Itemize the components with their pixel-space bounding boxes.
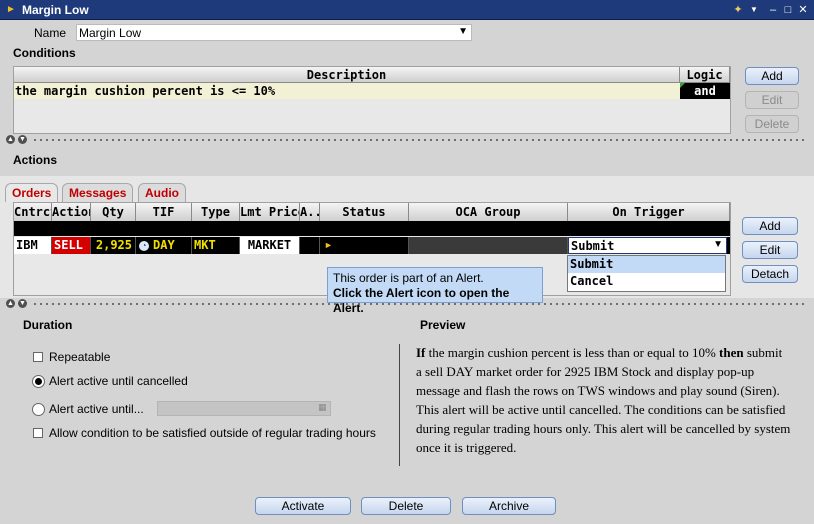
pin-icon[interactable]: ✦ <box>731 3 745 17</box>
trigger-option-cancel[interactable]: Cancel <box>568 273 725 290</box>
splitter[interactable] <box>32 139 806 141</box>
chevron-down-icon[interactable]: ▼ <box>713 239 723 250</box>
empty-row <box>14 221 730 236</box>
actions-heading: Actions <box>13 153 58 167</box>
repeatable-label: Repeatable <box>49 350 111 364</box>
collapse-up-icon[interactable]: ▲ <box>6 299 15 308</box>
trigger-option-submit[interactable]: Submit <box>568 256 725 273</box>
repeatable-checkbox[interactable] <box>33 352 43 362</box>
splitter[interactable] <box>32 303 806 305</box>
chevron-down-icon[interactable]: ▼ <box>458 26 468 37</box>
cell-type[interactable]: MKT <box>192 237 240 254</box>
collapse-down-icon[interactable]: ▼ <box>18 135 27 144</box>
conditions-heading: Conditions <box>13 46 76 60</box>
until-date-field[interactable]: ▦ <box>157 401 331 416</box>
tooltip-line-2: Click the Alert icon to open the Alert. <box>333 286 510 315</box>
divider <box>399 344 400 466</box>
col-oca-group[interactable]: OCA Group <box>409 203 568 221</box>
cell-oca-group[interactable] <box>409 237 568 254</box>
until-cancelled-radio[interactable] <box>32 375 45 388</box>
archive-button[interactable]: Archive <box>462 497 556 515</box>
logic-column-header[interactable]: Logic <box>680 67 730 83</box>
condition-row[interactable]: the margin cushion percent is <= 10% <box>14 83 680 99</box>
condition-delete-button[interactable]: Delete <box>745 115 799 133</box>
outside-hours-checkbox[interactable] <box>33 428 43 438</box>
col-status[interactable]: Status <box>320 203 409 221</box>
tab-messages[interactable]: Messages <box>62 183 134 202</box>
name-value: Margin Low <box>79 26 142 40</box>
minimize-icon[interactable]: – <box>766 3 780 17</box>
collapse-up-icon[interactable]: ▲ <box>6 135 15 144</box>
col-lmt-price[interactable]: Lmt Price <box>240 203 300 221</box>
on-trigger-value: Submit <box>571 239 615 253</box>
maximize-icon[interactable]: □ <box>781 3 795 17</box>
col-action[interactable]: Action <box>52 203 91 221</box>
col-tif[interactable]: TIF <box>136 203 192 221</box>
activate-button[interactable]: Activate <box>255 497 351 515</box>
until-cancelled-label: Alert active until cancelled <box>49 374 188 388</box>
tooltip-line-1: This order is part of an Alert. <box>333 271 484 285</box>
clock-icon: ◔ <box>139 241 149 251</box>
until-date-radio[interactable] <box>32 403 45 416</box>
window-title: Margin Low <box>22 3 89 17</box>
cell-contract[interactable]: IBM <box>14 237 52 254</box>
outside-hours-label: Allow condition to be satisfied outside … <box>49 426 376 440</box>
col-a[interactable]: A... <box>300 203 320 221</box>
cell-status[interactable] <box>320 237 409 254</box>
logic-marker-icon <box>680 83 685 88</box>
until-date-label: Alert active until... <box>49 402 144 416</box>
alert-tooltip: This order is part of an Alert. Click th… <box>327 267 543 315</box>
col-type[interactable]: Type <box>192 203 240 221</box>
alert-bell-icon[interactable]: ► <box>324 240 333 250</box>
cell-a[interactable] <box>300 237 320 254</box>
name-field[interactable]: Margin Low ▼ <box>76 24 472 41</box>
preview-then: then <box>719 345 744 360</box>
preview-text: If the margin cushion percent is less th… <box>416 343 791 457</box>
on-trigger-select[interactable]: Submit ▼ <box>568 237 727 254</box>
condition-edit-button[interactable]: Edit <box>745 91 799 109</box>
cell-lmt-price[interactable]: MARKET <box>240 237 300 254</box>
order-detach-button[interactable]: Detach <box>742 265 798 283</box>
preview-condition: the margin cushion percent is less than … <box>425 345 720 360</box>
cell-action[interactable]: SELL <box>52 237 91 254</box>
col-qty[interactable]: Qty <box>91 203 136 221</box>
tab-orders[interactable]: Orders <box>5 183 59 202</box>
calendar-icon[interactable]: ▦ <box>318 402 328 414</box>
menu-arrow-icon[interactable]: ▼ <box>747 3 761 17</box>
preview-heading: Preview <box>420 318 466 332</box>
collapse-down-icon[interactable]: ▼ <box>18 299 27 308</box>
delete-button[interactable]: Delete <box>361 497 451 515</box>
condition-add-button[interactable]: Add <box>745 67 799 85</box>
close-icon[interactable]: ✕ <box>796 3 810 17</box>
preview-if: If <box>416 345 426 360</box>
name-label: Name <box>34 26 67 40</box>
col-contract[interactable]: Cntrct <box>14 203 52 221</box>
bell-icon: ► <box>6 4 16 15</box>
on-trigger-dropdown: Submit Cancel <box>567 255 726 292</box>
title-bar: ► Margin Low ✦ ▼ – □ ✕ <box>0 0 814 20</box>
conditions-table: Description Logic the margin cushion per… <box>13 66 731 134</box>
preview-body: submit a sell DAY market order for 2925 … <box>416 345 791 455</box>
cell-qty[interactable]: 2,925 <box>91 237 136 254</box>
order-edit-button[interactable]: Edit <box>742 241 798 259</box>
cell-tif[interactable]: DAY <box>151 237 192 254</box>
order-add-button[interactable]: Add <box>742 217 798 235</box>
col-on-trigger[interactable]: On Trigger <box>568 203 730 221</box>
duration-heading: Duration <box>23 318 73 332</box>
condition-logic-cell[interactable]: and <box>680 83 730 99</box>
description-column-header[interactable]: Description <box>14 67 680 83</box>
tab-audio[interactable]: Audio <box>138 183 186 202</box>
